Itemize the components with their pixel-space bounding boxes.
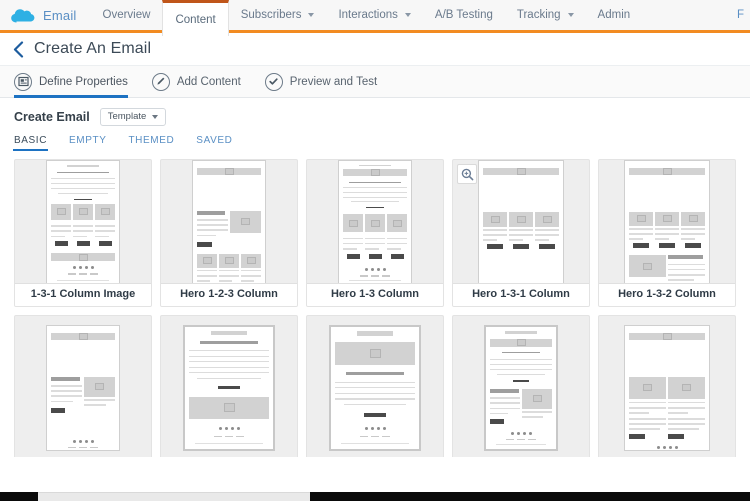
nav-tab-ab-testing[interactable]: A/B Testing xyxy=(423,0,505,30)
brand-label: Email xyxy=(43,8,77,23)
step-preview-and-test[interactable]: Preview and Test xyxy=(265,66,391,98)
step-add-content[interactable]: Add Content xyxy=(152,66,255,98)
cloud-icon xyxy=(10,7,36,24)
nav-tabs: Overview Content Subscribers Interaction… xyxy=(91,0,643,30)
nav-tab-overview[interactable]: Overview xyxy=(91,0,163,30)
nav-tab-label: Overview xyxy=(103,9,151,21)
template-card[interactable]: Hero 1-3-2 Column xyxy=(598,159,736,307)
scrollbar-track-left[interactable] xyxy=(0,492,38,501)
wireframe-preview xyxy=(338,160,412,283)
template-dropdown-button[interactable]: Template xyxy=(100,108,167,126)
zoom-in-icon[interactable] xyxy=(457,164,477,184)
template-category-tabs: BASIC EMPTY THEMED SAVED xyxy=(14,135,736,151)
nav-tab-label: Tracking xyxy=(517,9,561,21)
scrollbar-thumb[interactable] xyxy=(38,492,310,501)
template-thumbnail xyxy=(161,160,297,283)
template-card[interactable]: Hero 1-3-1 Column xyxy=(452,159,590,307)
app-root: Email Overview Content Subscribers Inter… xyxy=(0,0,750,501)
template-card[interactable] xyxy=(160,315,298,457)
template-grid-row-2 xyxy=(14,315,736,457)
wireframe-preview xyxy=(183,325,275,451)
template-card[interactable] xyxy=(14,315,152,457)
chevron-down-icon xyxy=(308,13,314,17)
nav-tab-tracking[interactable]: Tracking xyxy=(505,0,586,30)
tab-label: SAVED xyxy=(196,135,232,146)
template-grid-row-1: 1-3-1 Column Image xyxy=(14,159,736,307)
wizard-steps: Define Properties Add Content Preview an… xyxy=(0,66,750,98)
nav-tab-label: Subscribers xyxy=(241,9,302,21)
nav-tab-interactions[interactable]: Interactions xyxy=(326,0,422,30)
step-label: Add Content xyxy=(177,76,241,88)
wireframe-preview xyxy=(329,325,421,451)
template-card-label: Hero 1-2-3 Column xyxy=(161,283,297,306)
nav-tab-label: Interactions xyxy=(338,9,397,21)
create-email-title: Create Email xyxy=(14,110,90,124)
template-thumbnail xyxy=(307,160,443,283)
nav-tab-label: F xyxy=(737,9,744,21)
template-card[interactable]: Hero 1-2-3 Column xyxy=(160,159,298,307)
step-label: Define Properties xyxy=(39,76,128,88)
wireframe-preview xyxy=(192,160,266,283)
nav-tab-label: A/B Testing xyxy=(435,9,493,21)
nav-tab-subscribers[interactable]: Subscribers xyxy=(229,0,327,30)
template-thumbnail xyxy=(15,160,151,283)
nav-tab-admin[interactable]: Admin xyxy=(586,0,643,30)
template-card[interactable]: 1-3-1 Column Image xyxy=(14,159,152,307)
template-card-label: Hero 1-3 Column xyxy=(307,283,443,306)
content-area: Create Email Template BASIC EMPTY THEMED… xyxy=(0,98,750,457)
check-icon xyxy=(265,73,283,91)
template-card-label: Hero 1-3-1 Column xyxy=(453,283,589,306)
template-card-label: Hero 1-3-2 Column xyxy=(599,283,735,306)
step-define-properties[interactable]: Define Properties xyxy=(14,66,142,98)
properties-icon xyxy=(14,73,32,91)
tab-basic[interactable]: BASIC xyxy=(14,135,47,151)
chevron-down-icon xyxy=(568,13,574,17)
template-dropdown-label: Template xyxy=(108,112,147,122)
tab-empty[interactable]: EMPTY xyxy=(69,135,106,151)
wireframe-preview xyxy=(624,325,710,451)
wireframe-preview xyxy=(46,160,120,283)
brand: Email xyxy=(0,0,91,30)
pencil-icon xyxy=(152,73,170,91)
nav-tab-content[interactable]: Content xyxy=(162,0,228,36)
scrollbar-track-right[interactable] xyxy=(310,492,750,501)
chevron-down-icon xyxy=(152,115,158,119)
wireframe-preview xyxy=(484,325,558,451)
tab-label: BASIC xyxy=(14,135,47,146)
page-header: Create An Email xyxy=(0,33,750,66)
page-title: Create An Email xyxy=(34,40,151,58)
template-thumbnail xyxy=(599,160,735,283)
template-card[interactable] xyxy=(452,315,590,457)
template-thumbnail xyxy=(307,316,443,457)
template-thumbnail xyxy=(161,316,297,457)
tab-saved[interactable]: SAVED xyxy=(196,135,232,151)
template-thumbnail xyxy=(453,316,589,457)
template-card[interactable]: Hero 1-3 Column xyxy=(306,159,444,307)
tab-label: EMPTY xyxy=(69,135,106,146)
tab-label: THEMED xyxy=(128,135,174,146)
wireframe-preview xyxy=(46,325,120,451)
template-card[interactable] xyxy=(306,315,444,457)
template-card[interactable] xyxy=(598,315,736,457)
wireframe-preview xyxy=(478,160,564,283)
chevron-left-icon[interactable] xyxy=(8,39,28,59)
wireframe-preview xyxy=(624,160,710,283)
tab-themed[interactable]: THEMED xyxy=(128,135,174,151)
create-email-toolbar: Create Email Template xyxy=(14,108,736,126)
top-navigation-bar: Email Overview Content Subscribers Inter… xyxy=(0,0,750,33)
chevron-down-icon xyxy=(405,13,411,17)
nav-tab-clipped[interactable]: F xyxy=(737,0,746,30)
template-thumbnail xyxy=(599,316,735,457)
bottom-scrollbar-strip xyxy=(0,488,750,501)
template-thumbnail xyxy=(15,316,151,457)
nav-tab-label: Content xyxy=(175,14,215,26)
template-card-label: 1-3-1 Column Image xyxy=(15,283,151,306)
step-label: Preview and Test xyxy=(290,76,377,88)
nav-tab-label: Admin xyxy=(598,9,631,21)
